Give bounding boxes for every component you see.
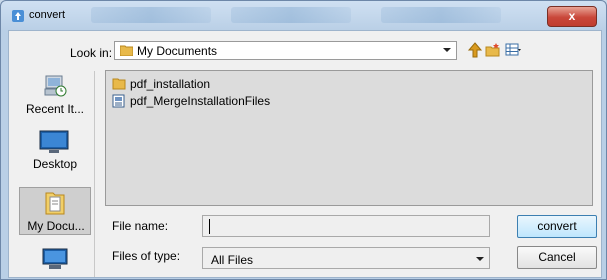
- place-recent-items[interactable]: Recent It...: [19, 71, 91, 119]
- place-label: Recent It...: [25, 102, 85, 116]
- file-name: pdf_MergeInstallationFiles: [130, 94, 271, 108]
- dialog-body: Look in: My Documents Recent It... Deskt…: [8, 30, 602, 278]
- file-type-label: Files of type:: [112, 249, 181, 263]
- up-folder-icon[interactable]: [467, 42, 483, 58]
- place-desktop[interactable]: Desktop: [19, 126, 91, 174]
- look-in-label: Look in:: [70, 46, 113, 60]
- look-in-value: My Documents: [137, 44, 218, 58]
- computer-icon: [42, 248, 68, 269]
- folder-icon: [120, 45, 133, 56]
- recent-items-icon: [44, 75, 67, 97]
- look-in-dropdown[interactable]: My Documents: [114, 41, 457, 60]
- place-label: My Docu...: [27, 219, 85, 233]
- file-icon: [112, 94, 125, 108]
- file-type-value: All Files: [211, 253, 254, 267]
- desktop-icon: [39, 130, 69, 153]
- view-menu-icon[interactable]: [505, 42, 521, 58]
- file-name-input[interactable]: [202, 215, 490, 237]
- blurred-taskbar: [91, 7, 211, 23]
- blurred-taskbar: [231, 7, 351, 23]
- chevron-down-icon: [443, 48, 451, 52]
- close-button[interactable]: x: [547, 6, 597, 27]
- convert-button[interactable]: convert: [517, 215, 597, 238]
- window-title: convert: [29, 9, 66, 21]
- new-folder-icon[interactable]: [485, 42, 501, 58]
- folder-icon: [112, 78, 126, 90]
- places-bar: Recent It... Desktop My Docu...: [15, 71, 95, 277]
- title-bar[interactable]: convert x: [1, 1, 606, 29]
- place-computer[interactable]: [19, 246, 91, 276]
- file-dialog-window: convert x Look in: My Documents Recent I…: [0, 0, 607, 280]
- blurred-taskbar: [381, 7, 501, 23]
- file-type-dropdown[interactable]: All Files: [202, 247, 490, 269]
- file-list[interactable]: pdf_installation pdf_MergeInstallationFi…: [105, 70, 593, 206]
- place-label: Desktop: [32, 157, 78, 171]
- my-documents-icon: [45, 192, 65, 215]
- chevron-down-icon: [476, 257, 484, 261]
- place-my-documents[interactable]: My Docu...: [19, 187, 91, 235]
- app-icon: [12, 10, 24, 22]
- cancel-button[interactable]: Cancel: [517, 246, 597, 269]
- file-name-label: File name:: [112, 219, 169, 233]
- text-caret: [209, 219, 210, 234]
- file-name: pdf_installation: [130, 77, 211, 91]
